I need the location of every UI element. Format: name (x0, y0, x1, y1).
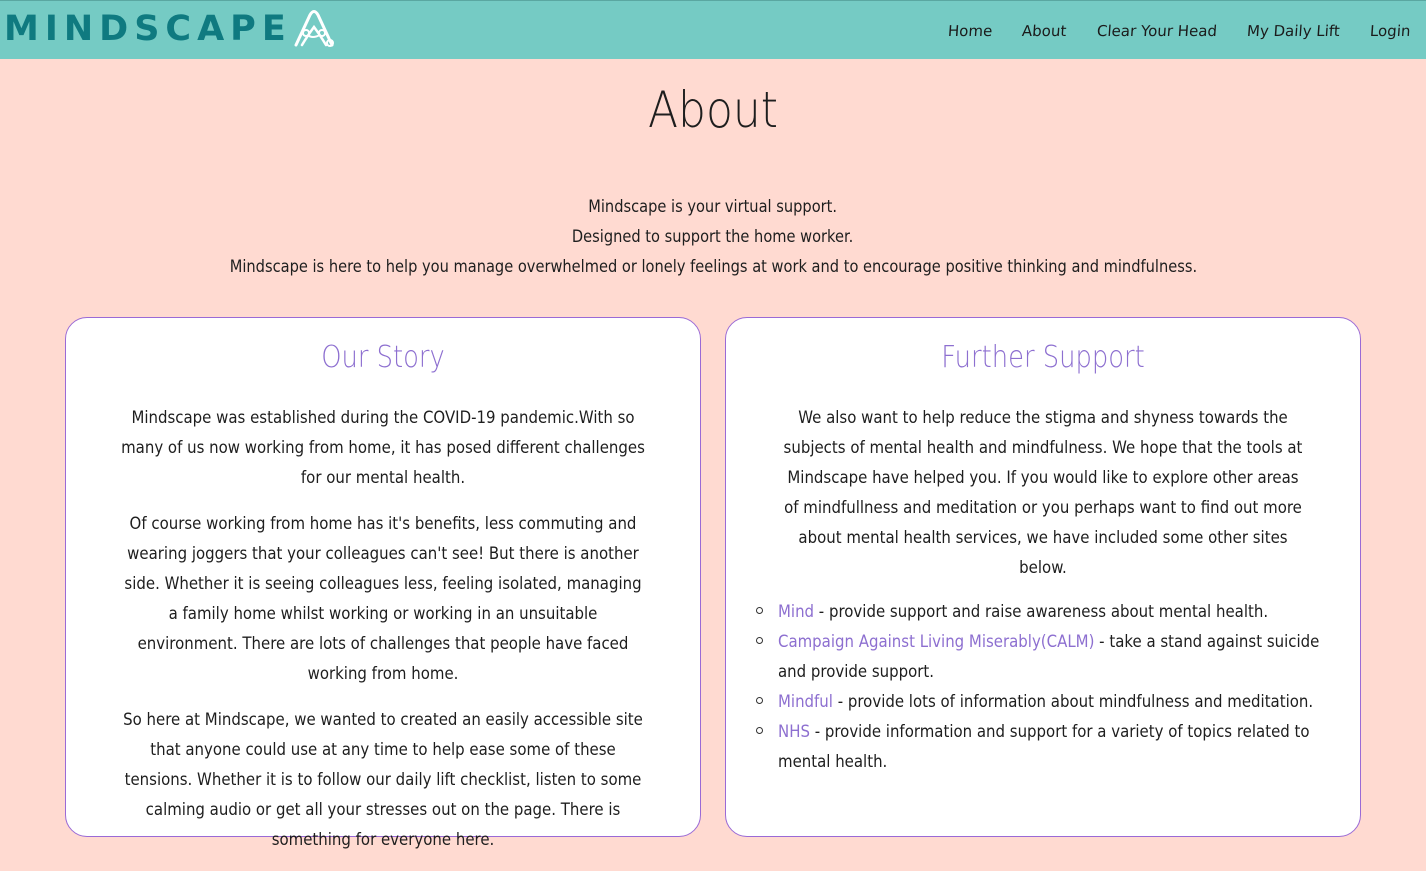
brand-logo-link[interactable]: MINDSCAPE (4, 9, 336, 49)
link-calm[interactable]: Campaign Against Living Miserably(CALM) (778, 632, 1094, 652)
nav-link-my-daily-lift[interactable]: My Daily Lift (1246, 22, 1340, 40)
our-story-paragraph-2: Of course working from home has it's ben… (124, 514, 642, 684)
support-links-list: Mind - provide support and raise awarene… (744, 597, 1342, 777)
intro-line-1: Mindscape is your virtual support. (588, 197, 838, 217)
our-story-paragraph: So here at Mindscape, we wanted to creat… (84, 705, 682, 855)
our-story-paragraph: Mindscape was established during the COV… (84, 403, 682, 493)
our-story-paragraph: Of course working from home has it's ben… (84, 509, 682, 689)
our-story-card: Our Story Mindscape was established duri… (65, 317, 701, 850)
further-support-card: Further Support We also want to help red… (725, 317, 1361, 837)
further-support-intro-text: We also want to help reduce the stigma a… (783, 408, 1303, 578)
intro-line-3: Mindscape is here to help you manage ove… (229, 257, 1197, 277)
further-support-body: We also want to help reduce the stigma a… (744, 403, 1342, 777)
further-support-intro: We also want to help reduce the stigma a… (744, 403, 1342, 583)
link-mindful-desc: - provide lots of information about mind… (832, 692, 1314, 712)
nav-links: Home About Clear Your Head My Daily Lift… (918, 1, 1410, 60)
further-support-heading: Further Support (941, 340, 1145, 375)
circle-bullet-icon (756, 727, 763, 734)
link-nhs-desc: - provide information and support for a … (778, 722, 1310, 772)
circle-bullet-icon (756, 607, 763, 614)
nav-link-clear-your-head[interactable]: Clear Your Head (1096, 22, 1217, 40)
our-story-paragraph-3: So here at Mindscape, we wanted to creat… (123, 710, 643, 850)
nav-link-about[interactable]: About (1022, 22, 1068, 40)
link-mind[interactable]: Mind (778, 602, 814, 622)
list-item: Mindful - provide lots of information ab… (744, 687, 1342, 717)
brand-a-logo-icon (294, 10, 334, 47)
circle-bullet-icon (756, 637, 763, 644)
link-nhs[interactable]: NHS (778, 722, 810, 742)
circle-bullet-icon (756, 697, 763, 704)
brand-name: MINDSCAPE (4, 9, 292, 49)
list-item: Campaign Against Living Miserably(CALM) … (744, 627, 1342, 687)
list-item: Mind - provide support and raise awarene… (744, 597, 1342, 627)
our-story-paragraph-1: Mindscape was established during the COV… (121, 408, 645, 488)
link-mind-desc: - provide support and raise awareness ab… (814, 602, 1269, 622)
nav-link-login[interactable]: Login (1369, 22, 1411, 40)
navbar: MINDSCAPE Home About Clear Your Head My … (0, 0, 1426, 59)
intro-line-2: Designed to support the home worker. (572, 227, 854, 247)
our-story-body: Mindscape was established during the COV… (84, 403, 682, 871)
intro-text: Mindscape is your virtual support. Desig… (0, 192, 1426, 282)
our-story-heading: Our Story (321, 340, 445, 375)
page-title: About (647, 81, 779, 139)
nav-link-home[interactable]: Home (947, 22, 993, 40)
link-mindful[interactable]: Mindful (778, 692, 833, 712)
list-item: NHS - provide information and support fo… (744, 717, 1342, 777)
